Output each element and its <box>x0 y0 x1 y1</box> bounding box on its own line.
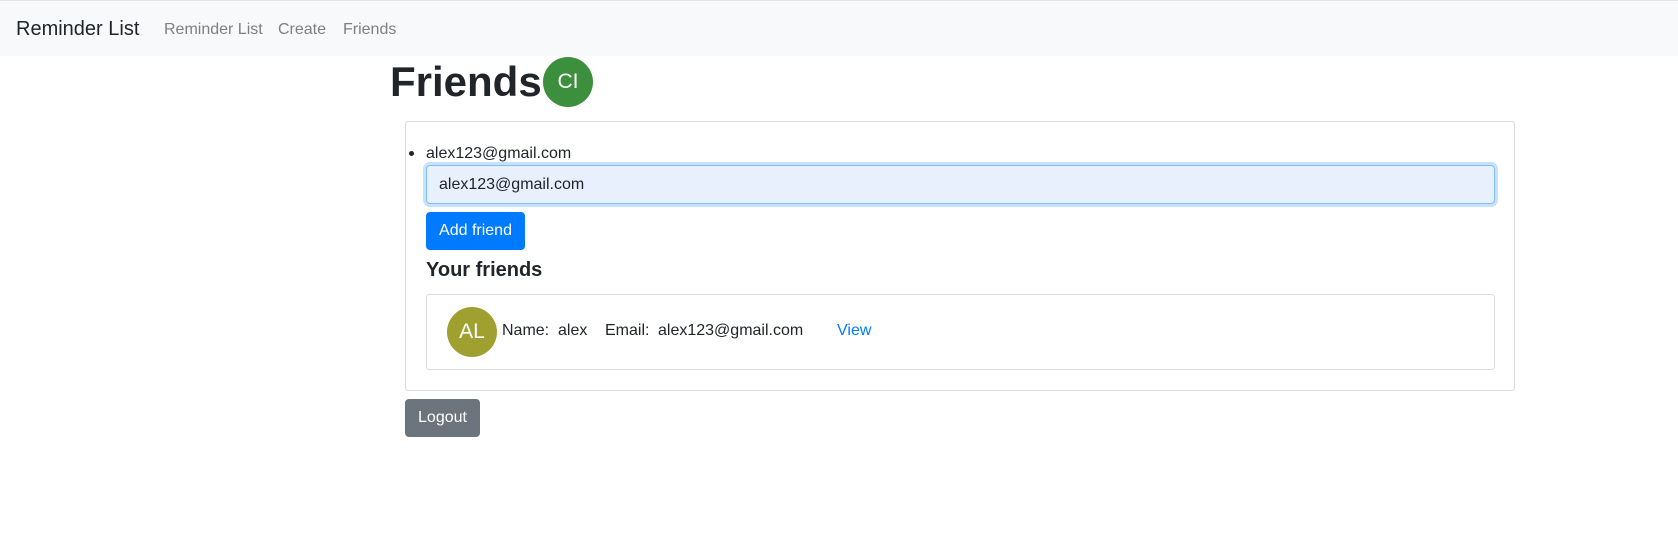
friend-name-value: alex <box>558 322 588 339</box>
navbar-brand[interactable]: Reminder List <box>16 17 139 41</box>
friend-avatar: AL <box>447 307 497 357</box>
friend-email-label: Email: <box>605 322 650 339</box>
friend-email-input[interactable] <box>426 165 1495 204</box>
nav-link-reminder-list[interactable]: Reminder List <box>164 20 263 40</box>
navbar: Reminder List Reminder List Create Frien… <box>0 0 1678 56</box>
logout-button[interactable]: Logout <box>405 399 480 437</box>
your-friends-heading: Your friends <box>426 259 543 281</box>
friend-email-value: alex123@gmail.com <box>658 322 804 339</box>
nav-link-friends[interactable]: Friends <box>343 20 396 40</box>
list-bullet <box>409 151 414 156</box>
friend-name-label: Name: <box>502 322 550 339</box>
user-avatar: CI <box>543 57 593 107</box>
page-title: Friends <box>390 58 542 105</box>
list-item-email: alex123@gmail.com <box>426 145 572 162</box>
add-friend-button[interactable]: Add friend <box>426 212 525 250</box>
view-friend-link[interactable]: View <box>837 321 871 341</box>
nav-link-create[interactable]: Create <box>278 20 326 40</box>
